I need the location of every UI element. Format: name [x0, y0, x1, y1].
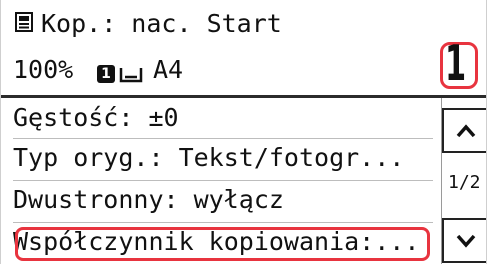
scroll-down-button[interactable] — [442, 218, 486, 263]
copies-count[interactable]: 1 — [445, 36, 466, 92]
setting-original-type[interactable]: Typ oryg.: Tekst/fotogr... — [1, 141, 441, 180]
zoom-ratio: 100% — [13, 55, 74, 84]
paper-count-badge: 1 — [97, 65, 115, 83]
page-indicator: 1/2 — [448, 172, 481, 193]
row-divider — [13, 138, 433, 139]
paper-size: A4 — [153, 55, 184, 84]
scroll-up-button[interactable] — [442, 108, 486, 153]
setting-density-label: Gęstość: ±0 — [13, 103, 179, 132]
setting-original-type-label: Typ oryg.: Tekst/fotogr... — [13, 143, 405, 172]
copy-screen: Kop.: nac. Start 100% 1 A4 1 Gęstość: ±0… — [0, 0, 487, 264]
copy-ratio-highlight — [15, 227, 430, 261]
copy-status-title: Kop.: nac. Start — [41, 9, 282, 38]
setting-density[interactable]: Gęstość: ±0 — [1, 101, 441, 140]
row-divider — [13, 180, 433, 181]
row-divider — [13, 222, 433, 223]
chevron-up-icon — [456, 124, 476, 138]
setting-duplex-label: Dwustronny: wyłącz — [13, 185, 284, 214]
paper-tray-icon — [119, 68, 143, 83]
setting-duplex[interactable]: Dwustronny: wyłącz — [1, 183, 441, 222]
header-divider — [1, 95, 486, 98]
copy-mode-icon — [15, 12, 33, 32]
chevron-down-icon — [456, 234, 476, 248]
